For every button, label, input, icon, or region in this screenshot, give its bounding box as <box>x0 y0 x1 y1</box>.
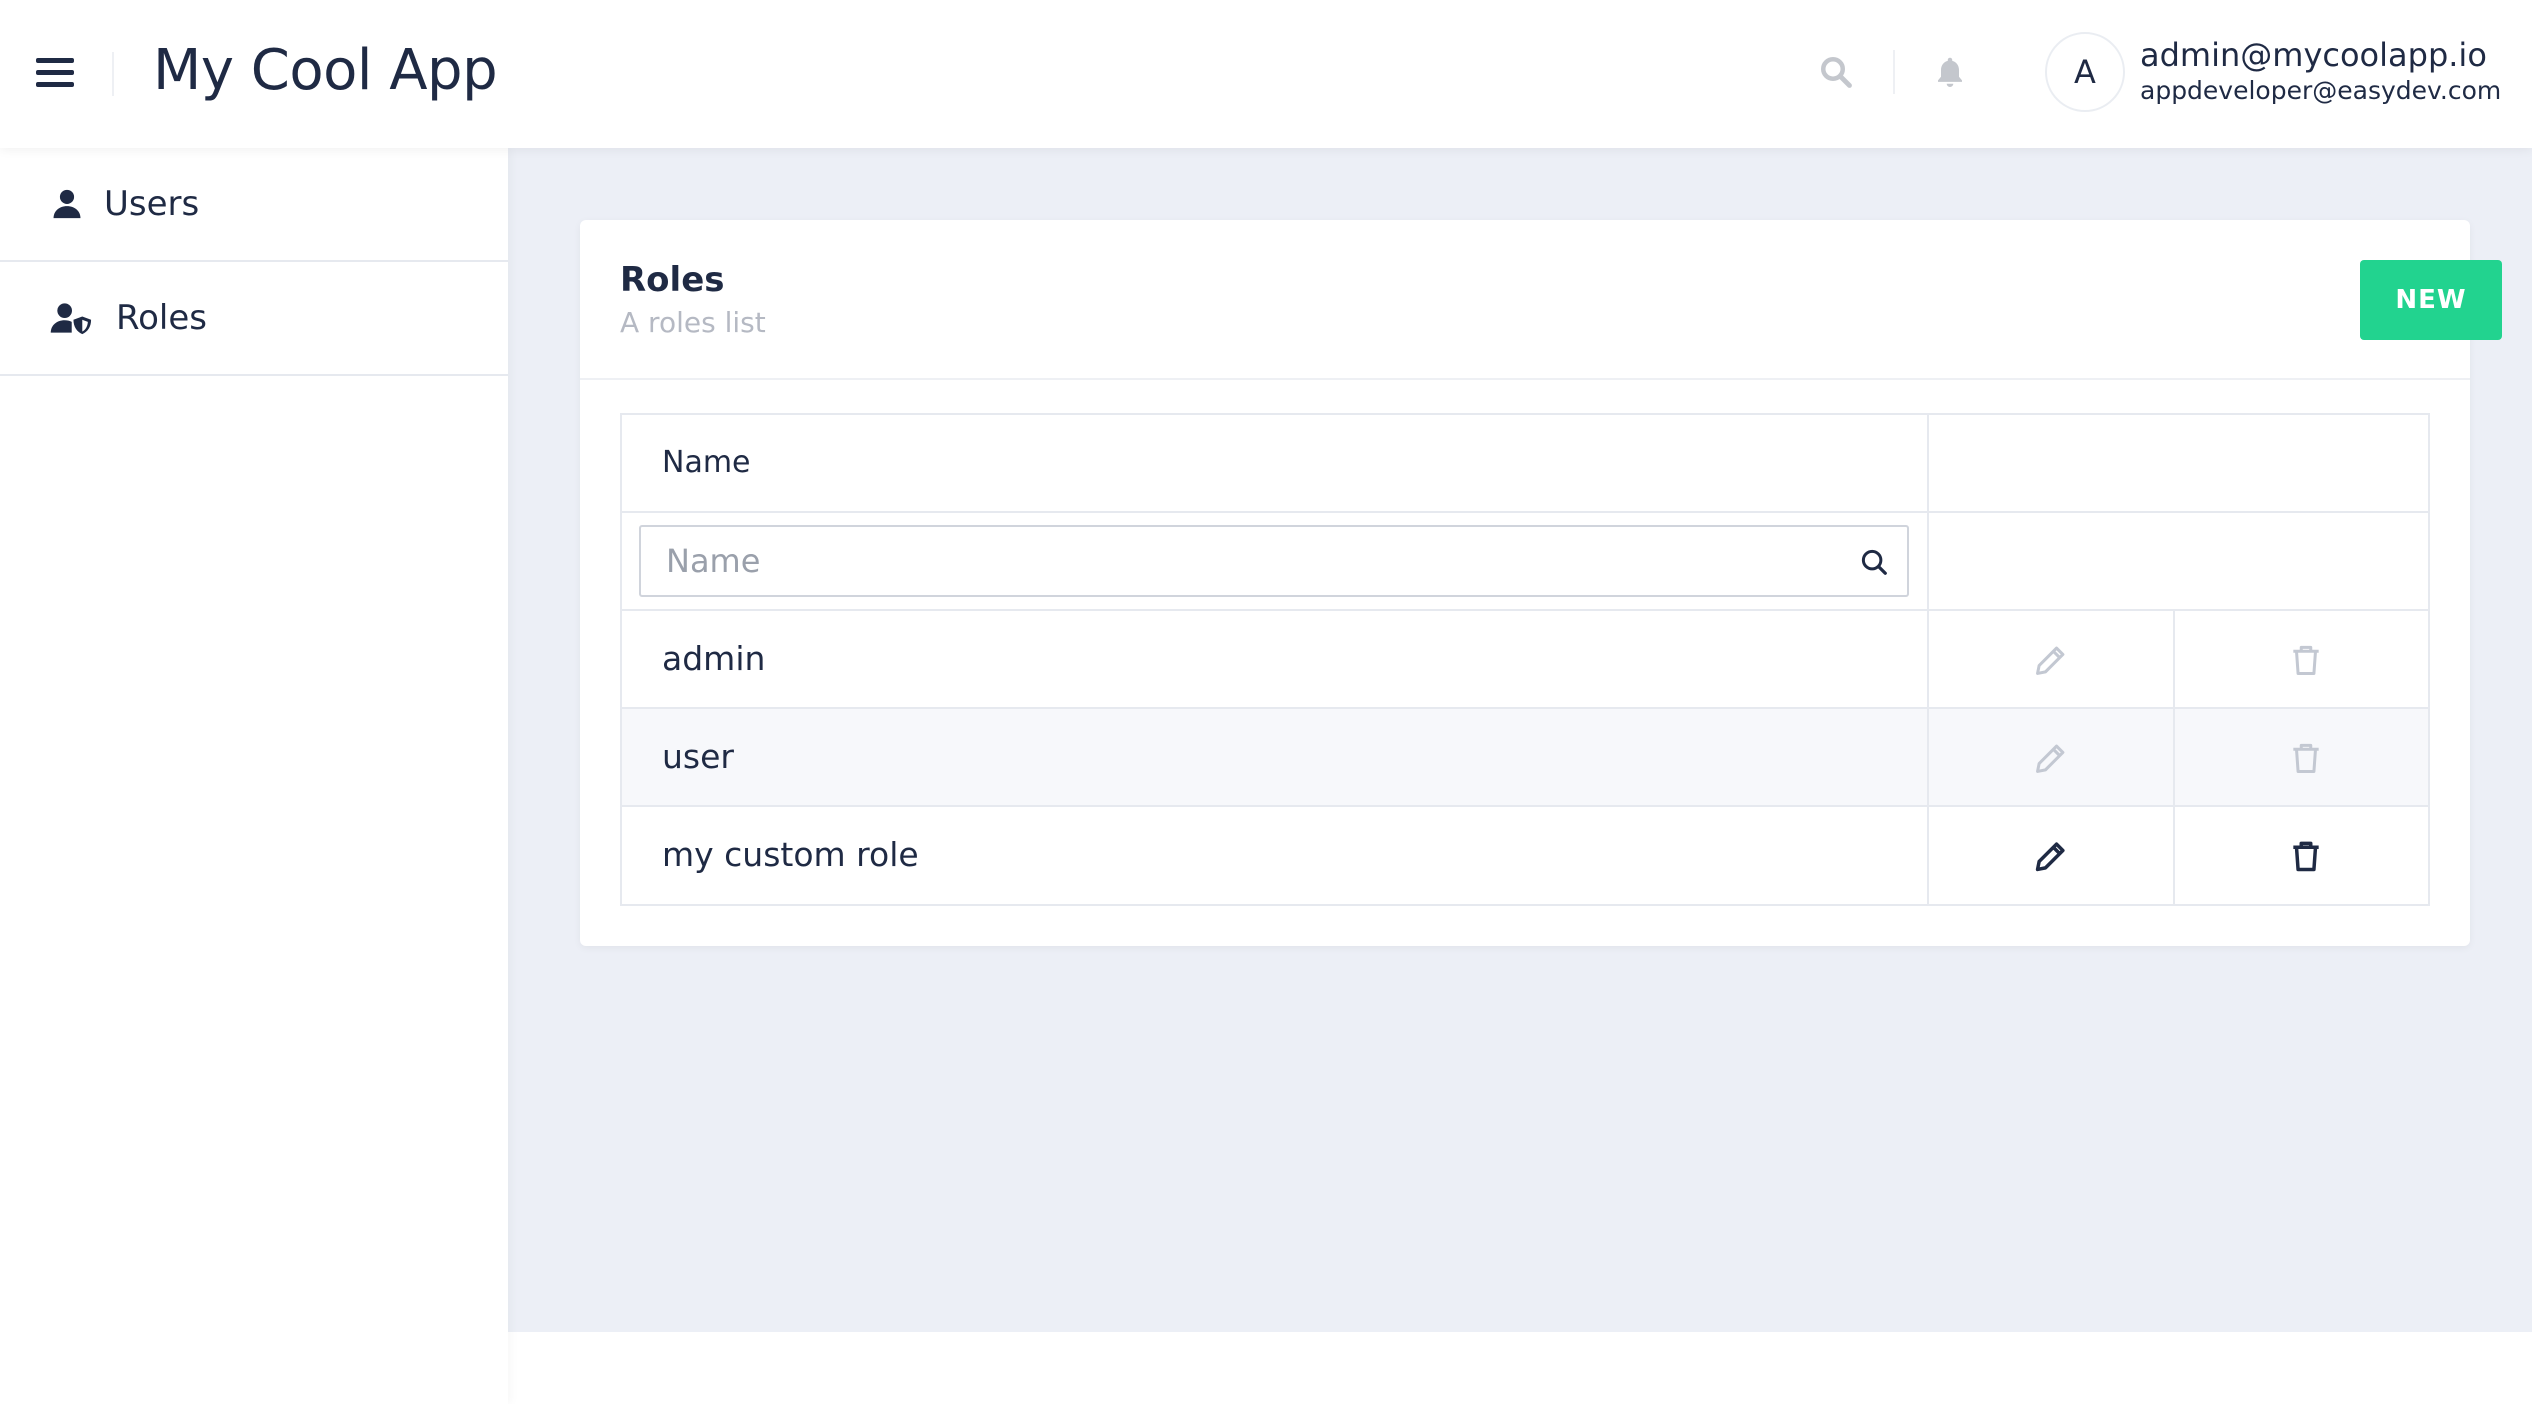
avatar[interactable]: A <box>2045 32 2125 112</box>
app-title: My Cool App <box>153 38 498 103</box>
role-name: admin <box>662 639 766 678</box>
role-name: my custom role <box>662 835 919 874</box>
column-divider <box>2173 807 2175 905</box>
delete-trash-icon <box>2287 739 2325 777</box>
top-bar: My Cool App A admin@mycoolapp.io appdeve… <box>0 0 2532 148</box>
divider <box>1893 50 1895 94</box>
edit-pencil-icon <box>2032 739 2070 777</box>
user-shield-icon <box>50 300 94 336</box>
roles-table: Name admin <box>620 413 2430 906</box>
table-header-row: Name <box>622 415 2428 513</box>
divider <box>112 52 114 96</box>
divider <box>580 378 2470 380</box>
bell-icon[interactable] <box>1932 54 1968 90</box>
new-role-button[interactable]: NEW <box>2360 260 2502 340</box>
column-divider <box>1927 807 1929 905</box>
column-divider <box>2173 709 2175 805</box>
table-row: my custom role <box>622 807 2428 905</box>
table-row: admin <box>622 611 2428 709</box>
column-header-name[interactable]: Name <box>662 445 751 480</box>
user-subtitle: appdeveloper@easydev.com <box>2140 76 2502 105</box>
sidebar-item-roles[interactable]: Roles <box>0 262 508 376</box>
sidebar-item-label: Roles <box>116 298 207 338</box>
table-filter-row <box>622 513 2428 611</box>
column-divider <box>1927 611 1929 707</box>
card-title: Roles <box>620 260 725 300</box>
search-icon[interactable] <box>1859 547 1889 577</box>
role-name: user <box>662 737 734 776</box>
column-divider <box>1927 709 1929 805</box>
user-icon <box>50 186 86 222</box>
hamburger-menu-icon[interactable] <box>36 58 74 88</box>
column-divider <box>2173 611 2175 707</box>
sidebar: Users Roles <box>0 148 508 1404</box>
search-icon[interactable] <box>1818 54 1854 90</box>
roles-card: Roles A roles list NEW Name Name admin u… <box>580 220 2502 946</box>
card-subtitle: A roles list <box>620 306 766 339</box>
column-divider <box>1927 513 1929 609</box>
footer <box>508 1332 2532 1404</box>
sidebar-item-users[interactable]: Users <box>0 148 508 262</box>
table-row: user <box>622 709 2428 807</box>
user-email: admin@mycoolapp.io <box>2140 36 2487 74</box>
sidebar-item-label: Users <box>104 184 200 224</box>
name-filter-field <box>639 525 1909 597</box>
edit-pencil-icon <box>2032 641 2070 679</box>
delete-trash-icon[interactable] <box>2287 837 2325 875</box>
main-content: Roles A roles list NEW Name Name admin u… <box>508 148 2532 1332</box>
column-divider <box>1927 415 1929 511</box>
edit-pencil-icon[interactable] <box>2032 837 2070 875</box>
delete-trash-icon <box>2287 641 2325 679</box>
name-filter-input[interactable] <box>641 527 1841 595</box>
